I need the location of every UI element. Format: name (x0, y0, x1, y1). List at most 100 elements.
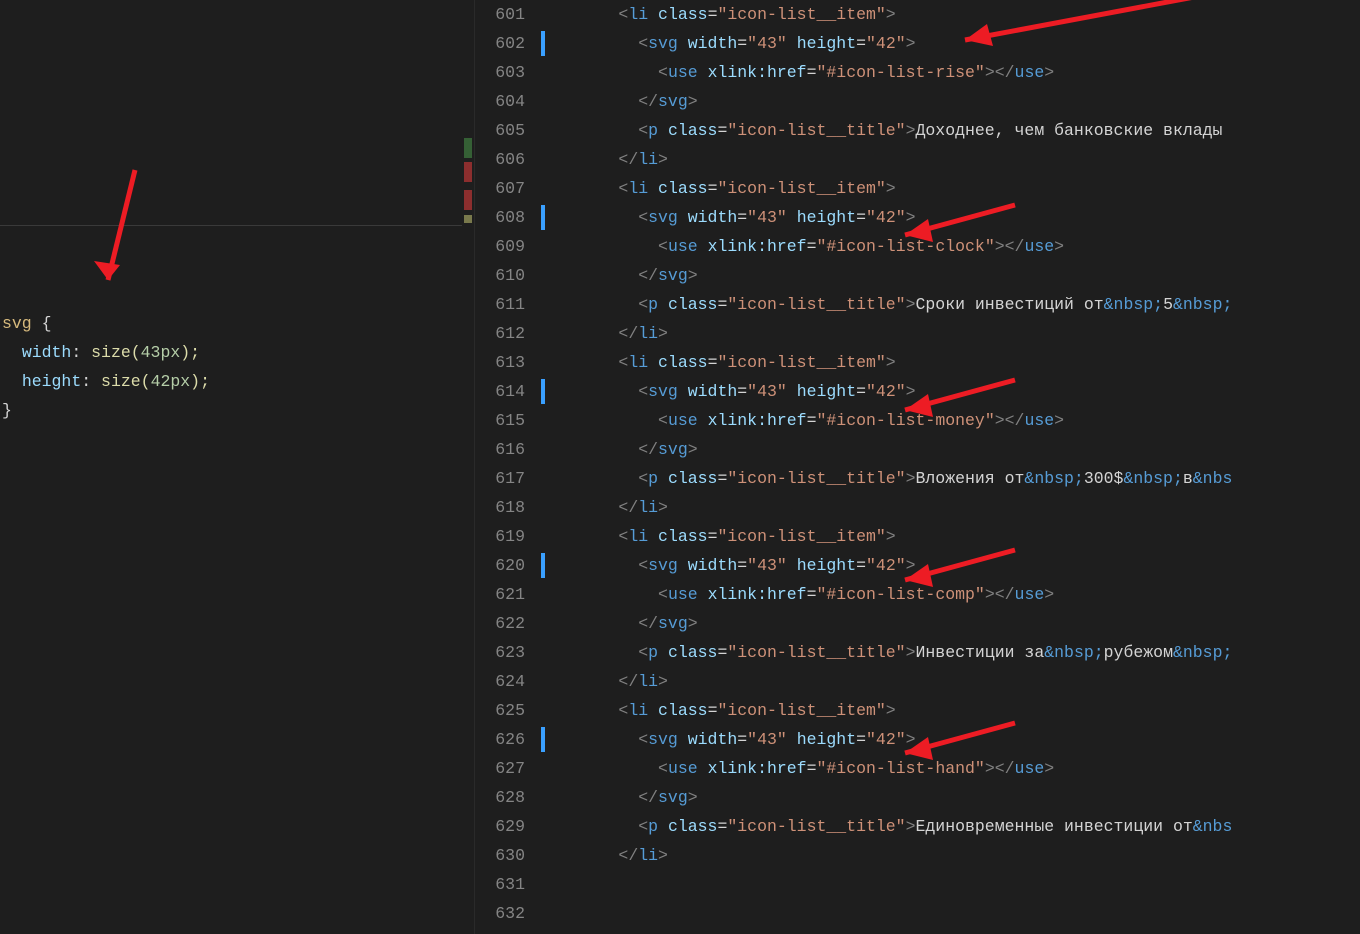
line-number: 624 (475, 667, 525, 696)
overview-ruler-left (462, 0, 474, 934)
line-number: 627 (475, 754, 525, 783)
line-number: 604 (475, 87, 525, 116)
code-line[interactable]: </svg> (559, 609, 1360, 638)
line-number: 626 (475, 725, 525, 754)
code-line[interactable] (559, 870, 1360, 899)
modified-line-indicator (541, 203, 547, 232)
line-number: 630 (475, 841, 525, 870)
code-line[interactable]: <use xlink:href="#icon-list-hand"></use> (559, 754, 1360, 783)
code-line[interactable]: </svg> (559, 783, 1360, 812)
code-line[interactable]: </li> (559, 667, 1360, 696)
glyph-row (541, 58, 547, 87)
glyph-margin (541, 0, 547, 934)
line-number: 609 (475, 232, 525, 261)
code-line[interactable]: <li class="icon-list__item"> (559, 174, 1360, 203)
modified-line-indicator (541, 551, 547, 580)
glyph-row (541, 145, 547, 174)
code-line[interactable]: <li class="icon-list__item"> (559, 696, 1360, 725)
line-number: 605 (475, 116, 525, 145)
glyph-row (541, 493, 547, 522)
css-prop-height: height (22, 372, 81, 391)
line-number: 632 (475, 899, 525, 928)
modified-line-indicator (541, 29, 547, 58)
left-editor-pane[interactable]: svg { width: size(43px); height: size(42… (0, 0, 475, 934)
line-number-gutter: 6016026036046056066076086096106116126136… (475, 0, 541, 934)
line-number: 606 (475, 145, 525, 174)
glyph-row (541, 87, 547, 116)
line-number: 620 (475, 551, 525, 580)
code-line[interactable]: <li class="icon-list__item"> (559, 0, 1360, 29)
glyph-row (541, 261, 547, 290)
glyph-row (541, 580, 547, 609)
line-number: 629 (475, 812, 525, 841)
glyph-row (541, 174, 547, 203)
line-number: 615 (475, 406, 525, 435)
line-number: 631 (475, 870, 525, 899)
line-number: 612 (475, 319, 525, 348)
glyph-row (541, 754, 547, 783)
line-number: 628 (475, 783, 525, 812)
code-line[interactable]: <use xlink:href="#icon-list-rise"></use> (559, 58, 1360, 87)
line-number: 601 (475, 0, 525, 29)
glyph-row (541, 406, 547, 435)
line-number: 603 (475, 58, 525, 87)
code-line[interactable]: <li class="icon-list__item"> (559, 348, 1360, 377)
code-line[interactable]: </svg> (559, 261, 1360, 290)
code-line[interactable]: </li> (559, 493, 1360, 522)
code-line[interactable]: <p class="icon-list__title">Инвестиции з… (559, 638, 1360, 667)
css-prop-width: width (22, 343, 72, 362)
css-func-size: size (101, 372, 141, 391)
glyph-row (541, 348, 547, 377)
line-number: 622 (475, 609, 525, 638)
code-line[interactable]: <p class="icon-list__title">Доходнее, че… (559, 116, 1360, 145)
code-line[interactable]: </li> (559, 841, 1360, 870)
code-line[interactable]: </li> (559, 145, 1360, 174)
glyph-row (541, 464, 547, 493)
code-line[interactable]: <li class="icon-list__item"> (559, 522, 1360, 551)
glyph-row (541, 0, 547, 29)
code-line[interactable]: <p class="icon-list__title">Единовременн… (559, 812, 1360, 841)
code-line[interactable]: </svg> (559, 435, 1360, 464)
code-line[interactable]: <svg width="43" height="42"> (559, 203, 1360, 232)
glyph-row (541, 870, 547, 899)
line-number: 619 (475, 522, 525, 551)
modified-line-indicator (541, 377, 547, 406)
horizontal-separator (0, 225, 474, 226)
glyph-row (541, 638, 547, 667)
glyph-row (541, 899, 547, 928)
code-line[interactable]: </li> (559, 319, 1360, 348)
code-line[interactable]: <use xlink:href="#icon-list-clock"></use… (559, 232, 1360, 261)
editor-split: svg { width: size(43px); height: size(42… (0, 0, 1360, 934)
modified-line-indicator (541, 725, 547, 754)
code-line[interactable]: <use xlink:href="#icon-list-money"></use… (559, 406, 1360, 435)
code-line[interactable]: <svg width="43" height="42"> (559, 29, 1360, 58)
line-number: 610 (475, 261, 525, 290)
glyph-row (541, 667, 547, 696)
code-line[interactable]: </svg> (559, 87, 1360, 116)
glyph-row (541, 116, 547, 145)
line-number: 623 (475, 638, 525, 667)
glyph-row (541, 609, 547, 638)
line-number: 614 (475, 377, 525, 406)
code-line[interactable] (559, 899, 1360, 928)
css-selector: svg (2, 314, 32, 333)
code-line[interactable]: <p class="icon-list__title">Вложения от&… (559, 464, 1360, 493)
right-editor-pane[interactable]: 6016026036046056066076086096106116126136… (475, 0, 1360, 934)
line-number: 621 (475, 580, 525, 609)
code-line[interactable]: <p class="icon-list__title">Сроки инвест… (559, 290, 1360, 319)
css-code-block[interactable]: svg { width: size(43px); height: size(42… (0, 0, 474, 454)
glyph-row (541, 841, 547, 870)
line-number: 618 (475, 493, 525, 522)
line-number: 602 (475, 29, 525, 58)
css-val-43px: 43px (141, 343, 181, 362)
line-number: 616 (475, 435, 525, 464)
glyph-row (541, 696, 547, 725)
code-line[interactable]: <svg width="43" height="42"> (559, 551, 1360, 580)
code-line[interactable]: <use xlink:href="#icon-list-comp"></use> (559, 580, 1360, 609)
html-code-area[interactable]: <li class="icon-list__item"> <svg width=… (547, 0, 1360, 934)
open-brace: { (32, 314, 52, 333)
glyph-row (541, 435, 547, 464)
code-line[interactable]: <svg width="43" height="42"> (559, 725, 1360, 754)
glyph-row (541, 319, 547, 348)
code-line[interactable]: <svg width="43" height="42"> (559, 377, 1360, 406)
